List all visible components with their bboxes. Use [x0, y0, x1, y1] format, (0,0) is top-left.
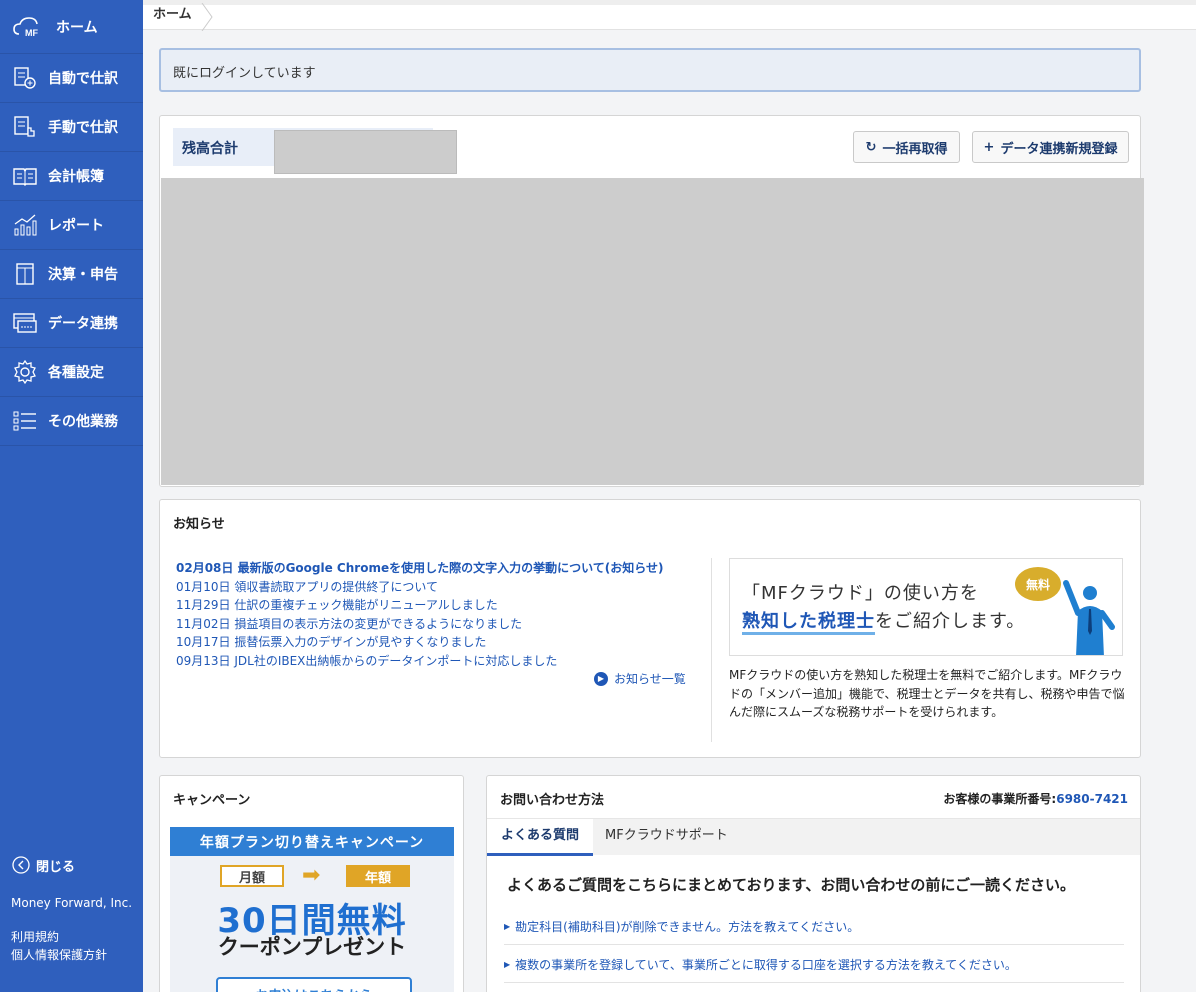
- privacy-policy-link[interactable]: 個人情報保護方針: [0, 946, 143, 964]
- breadcrumb-separator-icon: [201, 3, 213, 31]
- notice-all-link[interactable]: ▶ お知らせ一覧: [594, 670, 686, 687]
- sidebar-item-ledger[interactable]: 会計帳簿: [0, 152, 143, 201]
- faq-item-label: 複数の事業所を登録していて、事業所ごとに取得する口座を選択する方法を教えてくださ…: [515, 957, 1017, 972]
- book-icon: [12, 163, 38, 189]
- faq-item[interactable]: ▶ 複数の事業所を登録していて、事業所ごとに取得する口座を選択する方法を教えてく…: [504, 946, 1124, 983]
- sidebar: MF ホーム 自動で仕訳 手動で仕訳 会計帳簿 レポート 決算・申告 データ連携…: [0, 0, 143, 992]
- sidebar-item-label: 自動で仕訳: [48, 71, 118, 87]
- campaign-title: キャンペーン: [173, 793, 251, 808]
- play-circle-icon: ▶: [594, 671, 608, 686]
- notice-item[interactable]: 11月29日 仕訳の重複チェック機能がリニューアルしました: [176, 596, 706, 615]
- campaign-yearly-label: 年額: [346, 865, 410, 887]
- chevron-left-circle-icon: [12, 856, 30, 874]
- sidebar-item-auto-journal[interactable]: 自動で仕訳: [0, 54, 143, 103]
- login-alert: 既にログインしています: [159, 48, 1141, 92]
- manual-journal-icon: [12, 114, 38, 140]
- balance-content-redacted: [161, 178, 1144, 485]
- sidebar-item-label: レポート: [48, 218, 104, 234]
- notice-item[interactable]: 10月17日 振替伝票入力のデザインが見やすくなりました: [176, 633, 706, 652]
- balance-panel: 残高合計 ↻ 一括再取得 + データ連携新規登録: [159, 115, 1144, 487]
- balance-title: 残高合計: [182, 141, 238, 157]
- notice-item[interactable]: 01月10日 領収書読取アプリの提供終了について: [176, 578, 706, 597]
- banner-line1: 「MFクラウド」の使い方を: [742, 583, 979, 604]
- logo-mf-text: MF: [25, 28, 38, 38]
- triangle-right-icon: ▶: [504, 921, 511, 931]
- banner-description: MFクラウドの使い方を熟知した税理士を無料でご紹介します。MFクラウドの「メンバ…: [729, 668, 1125, 719]
- triangle-right-icon: ▶: [504, 959, 511, 969]
- gear-icon: [12, 359, 38, 385]
- plus-icon: +: [983, 139, 995, 155]
- tab-faq[interactable]: よくある質問: [487, 819, 593, 856]
- tax-accountant-banner[interactable]: 「MFクラウド」の使い方を 熟知した税理士をご紹介します。 無料: [729, 558, 1123, 656]
- campaign-monthly-label: 月額: [220, 865, 284, 887]
- card-icon: [12, 310, 38, 336]
- new-data-link-label: データ連携新規登録: [1000, 141, 1118, 157]
- chart-icon: [12, 212, 38, 238]
- contact-panel: お問い合わせ方法 お客様の事業所番号:6980-7421 よくある質問 MFクラ…: [486, 775, 1141, 992]
- document-icon: [12, 261, 38, 287]
- banner-line2-rest: をご紹介します。: [875, 611, 1026, 632]
- sidebar-item-closing[interactable]: 決算・申告: [0, 250, 143, 299]
- office-number-label: お客様の事業所番号:: [943, 792, 1057, 806]
- sidebar-item-report[interactable]: レポート: [0, 201, 143, 250]
- notice-list: 02月08日 最新版のGoogle Chromeを使用した際の文字入力の挙動につ…: [176, 559, 706, 670]
- tab-mf-support[interactable]: MFクラウドサポート: [605, 819, 728, 856]
- refetch-all-label: 一括再取得: [882, 141, 948, 157]
- notice-divider: [711, 558, 712, 742]
- contact-title: お問い合わせ方法: [500, 793, 605, 808]
- faq-item-label: 勘定科目(補助科目)が削除できません。方法を教えてください。: [515, 919, 860, 934]
- terms-link[interactable]: 利用規約: [0, 928, 143, 946]
- list-icon: [12, 408, 38, 434]
- balance-amount-redacted: [274, 130, 457, 174]
- campaign-banner[interactable]: 年額プラン切り替えキャンペーン 月額 ➡ 年額 30日間無料 クーポンプレゼント…: [170, 827, 454, 992]
- businessman-icon: [1063, 580, 1115, 655]
- banner-line2: 熟知した税理士をご紹介します。: [742, 607, 1026, 635]
- notice-panel: お知らせ 02月08日 最新版のGoogle Chromeを使用した際の文字入力…: [159, 499, 1141, 758]
- notice-title: お知らせ: [173, 517, 225, 532]
- sidebar-item-label: 各種設定: [48, 365, 104, 381]
- sidebar-item-label: 手動で仕訳: [48, 120, 118, 136]
- sidebar-footer: 閉じる Money Forward, Inc. 利用規約 個人情報保護方針: [0, 850, 143, 992]
- sidebar-item-other[interactable]: その他業務: [0, 397, 143, 446]
- cloud-icon: MF: [12, 14, 46, 40]
- notice-all-label: お知らせ一覧: [614, 672, 686, 686]
- new-data-link-button[interactable]: + データ連携新規登録: [972, 131, 1129, 163]
- sidebar-close-label: 閉じる: [36, 859, 76, 875]
- faq-item[interactable]: ▶ 勘定科目(補助科目)が削除できません。方法を教えてください。: [504, 908, 1124, 945]
- campaign-banner-head: 年額プラン切り替えキャンペーン: [170, 827, 454, 856]
- auto-journal-icon: [12, 65, 38, 91]
- sidebar-item-settings[interactable]: 各種設定: [0, 348, 143, 397]
- banner-highlight: 熟知した税理士: [742, 611, 875, 635]
- sidebar-item-label: その他業務: [48, 414, 118, 430]
- notice-item[interactable]: 02月08日 最新版のGoogle Chromeを使用した際の文字入力の挙動につ…: [176, 559, 706, 578]
- office-number-value: 6980-7421: [1056, 792, 1128, 806]
- refetch-all-button[interactable]: ↻ 一括再取得: [853, 131, 960, 163]
- sidebar-item-label: ホーム: [56, 19, 98, 36]
- office-number: お客様の事業所番号:6980-7421: [943, 790, 1128, 807]
- campaign-apply-button[interactable]: お申込はこちらから: [216, 977, 412, 992]
- sidebar-item-manual-journal[interactable]: 手動で仕訳: [0, 103, 143, 152]
- contact-tabs: よくある質問 MFクラウドサポート: [487, 818, 1140, 856]
- company-name: Money Forward, Inc.: [11, 896, 133, 910]
- sidebar-item-data-link[interactable]: データ連携: [0, 299, 143, 348]
- faq-lead: よくあるご質問をこちらにまとめております、お問い合わせの前にご一読ください。: [507, 876, 1076, 894]
- refresh-icon: ↻: [865, 139, 877, 155]
- sidebar-close-button[interactable]: 閉じる: [0, 850, 143, 880]
- campaign-panel: キャンペーン 年額プラン切り替えキャンペーン 月額 ➡ 年額 30日間無料 クー…: [159, 775, 464, 992]
- arrow-right-icon: ➡: [302, 863, 321, 888]
- notice-item[interactable]: 09月13日 JDL社のIBEX出納帳からのデータインポートに対応しました: [176, 652, 706, 671]
- sidebar-item-home[interactable]: MF ホーム: [0, 0, 143, 54]
- campaign-coupon: クーポンプレゼント: [217, 935, 407, 959]
- free-badge: 無料: [1015, 567, 1061, 601]
- sidebar-item-label: 決算・申告: [48, 267, 118, 283]
- sidebar-item-label: 会計帳簿: [48, 169, 104, 185]
- notice-item[interactable]: 11月02日 損益項目の表示方法の変更ができるようになりました: [176, 615, 706, 634]
- sidebar-item-label: データ連携: [48, 316, 118, 332]
- breadcrumb: ホーム: [143, 0, 1196, 31]
